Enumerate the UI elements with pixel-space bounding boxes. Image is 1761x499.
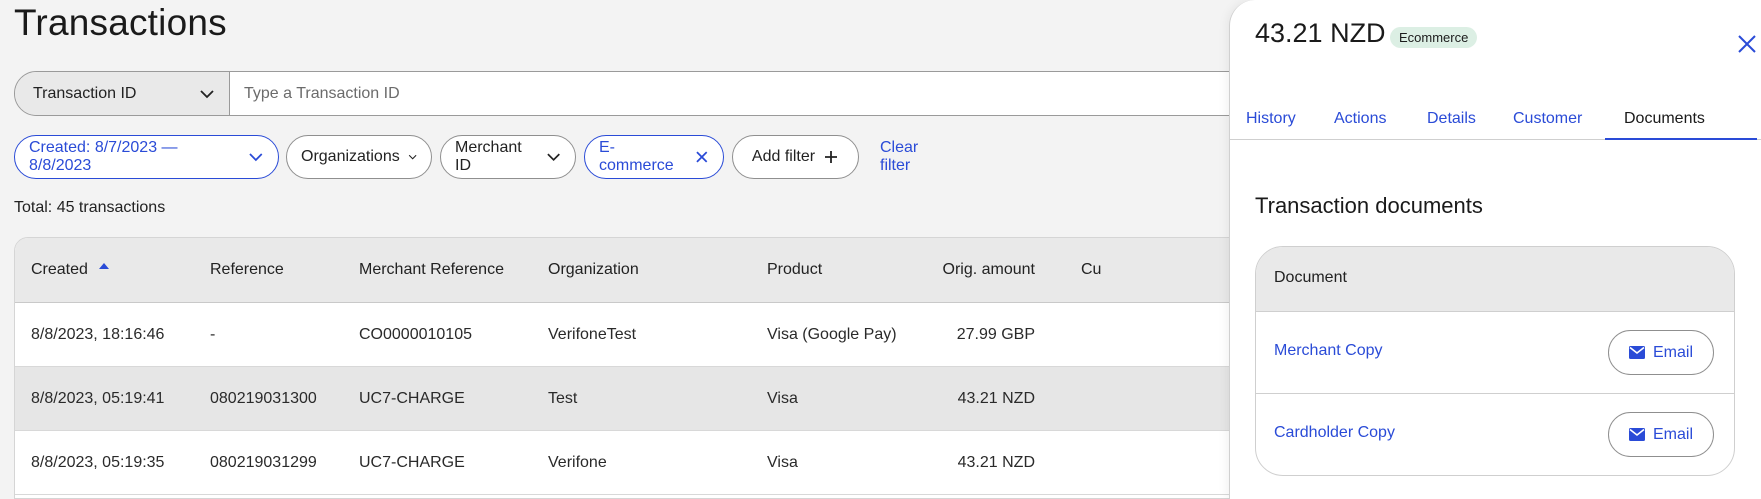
clear-filter-link[interactable]: Clear filter: [880, 135, 918, 179]
cell-organization: Test: [548, 389, 578, 407]
email-cardholder-copy-button[interactable]: Email: [1608, 412, 1714, 457]
add-filter-label: Add filter: [751, 148, 816, 165]
chevron-down-icon: [200, 89, 214, 98]
panel-tabs: History Actions Details Customer Documen…: [1230, 98, 1761, 140]
active-tab-indicator: [1605, 138, 1757, 140]
close-icon[interactable]: [1735, 32, 1759, 56]
ecommerce-filter-chip[interactable]: E-commerce: [584, 135, 724, 179]
tab-history[interactable]: History: [1246, 98, 1296, 140]
close-icon[interactable]: [695, 150, 709, 164]
table-row[interactable]: 8/8/2023, 05:19:41 080219031300 UC7-CHAR…: [15, 367, 1313, 431]
tab-customer[interactable]: Customer: [1513, 98, 1582, 140]
cell-reference: 080219031299: [210, 453, 317, 471]
merchant-id-filter-chip[interactable]: Merchant ID: [440, 135, 576, 179]
cell-reference: -: [210, 325, 216, 343]
chevron-down-icon: [408, 154, 417, 160]
add-filter-button[interactable]: Add filter: [732, 135, 859, 179]
envelope-icon: [1628, 346, 1645, 359]
transactions-table: Created Reference Merchant Reference Org…: [14, 237, 1314, 499]
chevron-down-icon: [249, 153, 263, 162]
sort-ascending-icon: [98, 262, 109, 269]
created-date-filter-chip[interactable]: Created: 8/7/2023 — 8/8/2023: [14, 135, 279, 179]
email-merchant-copy-button[interactable]: Email: [1608, 330, 1714, 375]
ecommerce-filter-label: E-commerce: [599, 139, 674, 174]
cell-created: 8/8/2023, 18:16:46: [31, 325, 165, 343]
organizations-filter-chip[interactable]: Organizations: [286, 135, 432, 179]
cell-orig-amount: 43.21 NZD: [957, 453, 1035, 471]
cell-orig-amount: 43.21 NZD: [957, 389, 1035, 407]
cell-created: 8/8/2023, 05:19:35: [31, 453, 165, 471]
merchant-copy-link[interactable]: Merchant Copy: [1274, 342, 1383, 360]
table-row[interactable]: 8/8/2023, 18:16:46 - CO0000010105 Verifo…: [15, 303, 1313, 367]
table-header: Created Reference Merchant Reference Org…: [15, 238, 1313, 303]
total-transactions: Total: 45 transactions: [14, 199, 166, 216]
column-header-currency[interactable]: Cu: [1081, 238, 1101, 302]
plus-icon: [825, 151, 838, 163]
table-row[interactable]: 8/8/2023, 05:19:35 080219031299 UC7-CHAR…: [15, 431, 1313, 495]
tab-details[interactable]: Details: [1427, 98, 1476, 140]
cell-product: Visa (Google Pay): [767, 325, 897, 343]
document-row: Cardholder Copy Email: [1256, 394, 1734, 475]
envelope-icon: [1628, 428, 1645, 441]
column-header-label: Created: [31, 261, 88, 278]
documents-title: Transaction documents: [1255, 193, 1483, 218]
documents-header: Document: [1256, 247, 1734, 312]
cell-merchant-reference: CO0000010105: [359, 325, 472, 343]
cell-product: Visa: [767, 389, 798, 407]
column-header-merchant-reference[interactable]: Merchant Reference: [359, 238, 504, 302]
merchant-id-filter-label: Merchant ID: [455, 139, 522, 174]
cell-reference: 080219031300: [210, 389, 317, 407]
chevron-down-icon: [547, 153, 560, 162]
transaction-detail-panel: 43.21 NZD Ecommerce History Actions Deta…: [1229, 0, 1761, 499]
panel-amount: 43.21 NZD: [1255, 18, 1386, 48]
tab-documents[interactable]: Documents: [1624, 98, 1705, 140]
column-header-organization[interactable]: Organization: [548, 238, 639, 302]
email-button-label: Email: [1652, 343, 1693, 361]
channel-badge: Ecommerce: [1390, 27, 1478, 48]
cell-created: 8/8/2023, 05:19:41: [31, 389, 165, 407]
search-type-label: Transaction ID: [33, 84, 137, 102]
column-header-reference[interactable]: Reference: [210, 238, 284, 302]
column-header-product[interactable]: Product: [767, 238, 822, 302]
organizations-filter-label: Organizations: [301, 148, 400, 165]
created-filter-label: Created: 8/7/2023 — 8/8/2023: [29, 139, 178, 174]
email-button-label: Email: [1652, 425, 1693, 443]
column-header-orig-amount[interactable]: Orig. amount: [915, 238, 1035, 302]
cardholder-copy-link[interactable]: Cardholder Copy: [1274, 424, 1395, 442]
document-row: Merchant Copy Email: [1256, 312, 1734, 394]
column-header-created[interactable]: Created: [31, 238, 110, 302]
search-type-select[interactable]: Transaction ID: [15, 72, 230, 115]
cell-merchant-reference: UC7-CHARGE: [359, 389, 465, 407]
cell-product: Visa: [767, 453, 798, 471]
documents-header-label: Document: [1274, 269, 1347, 286]
tab-actions[interactable]: Actions: [1334, 98, 1386, 140]
search-bar: Transaction ID: [14, 71, 1314, 116]
cell-organization: VerifoneTest: [548, 325, 637, 343]
cell-orig-amount: 27.99 GBP: [956, 325, 1035, 343]
cell-organization: Verifone: [548, 453, 607, 471]
cell-merchant-reference: UC7-CHARGE: [359, 453, 465, 471]
search-input[interactable]: [230, 72, 1313, 115]
documents-table: Document Merchant Copy Email Cardholder …: [1255, 246, 1735, 476]
page-title: Transactions: [14, 2, 227, 43]
